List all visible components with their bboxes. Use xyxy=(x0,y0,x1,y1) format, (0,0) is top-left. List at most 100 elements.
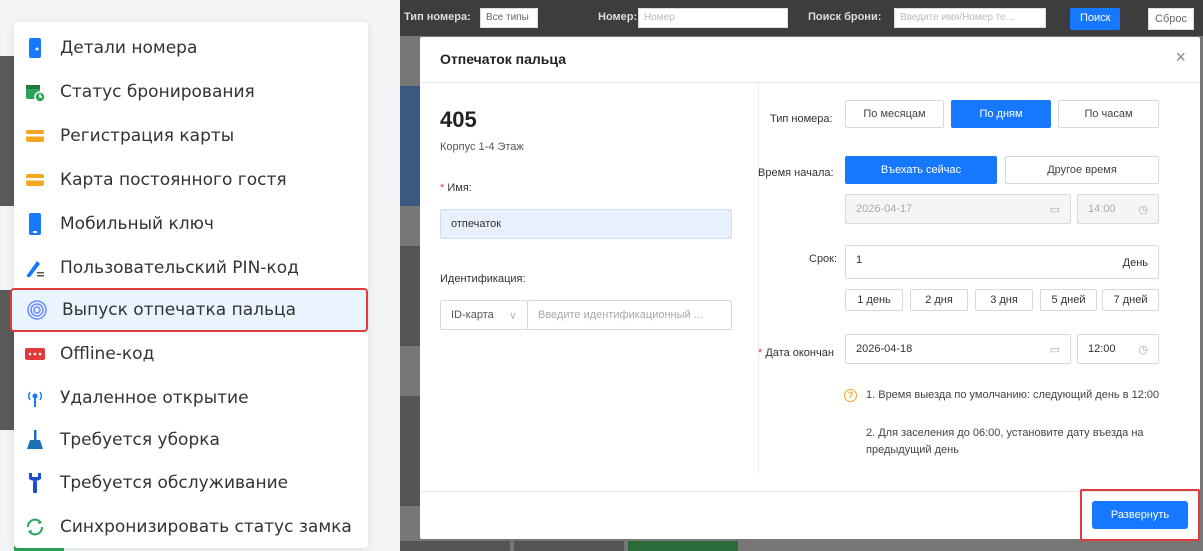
filter-room-no-input[interactable]: Номер xyxy=(638,8,788,28)
menu-item-room-details[interactable]: Детали номера xyxy=(10,26,368,70)
term-label: Срок: xyxy=(809,253,838,265)
menu-item-label: Требуется уборка xyxy=(60,430,220,450)
term-chip-3-days[interactable]: 3 дня xyxy=(975,289,1033,311)
modal-header: Отпечаток пальца × xyxy=(420,37,1200,83)
menu-item-booking-status[interactable]: Статус бронирования xyxy=(10,70,368,114)
room-tile-background xyxy=(400,246,420,346)
note-default-checkout: 1. Время выезда по умолчанию: следующий … xyxy=(866,389,1160,401)
room-tile-background xyxy=(400,86,420,206)
pin-code-icon xyxy=(24,257,46,279)
menu-item-mobile-key[interactable]: Мобильный ключ xyxy=(10,202,368,246)
room-tile-background xyxy=(400,396,420,506)
room-type-label: Тип номера: xyxy=(770,113,833,125)
menu-item-label: Offline-код xyxy=(60,344,155,364)
calendar-icon: ▭ xyxy=(1049,204,1060,216)
term-chip-2-days[interactable]: 2 дня xyxy=(910,289,968,311)
menu-item-remote-open[interactable]: Удаленное открытие xyxy=(10,376,368,420)
room-type-monthly[interactable]: По месяцам xyxy=(845,100,944,128)
menu-item-label: Синхронизировать статус замка xyxy=(60,517,352,537)
search-button[interactable]: Поиск xyxy=(1070,8,1121,30)
booking-status-icon xyxy=(24,81,46,103)
menu-item-label: Выпуск отпечатка пальца xyxy=(62,300,297,320)
remote-open-icon xyxy=(24,387,46,409)
filter-booking-search-input[interactable]: Введите имя/Номер те... xyxy=(894,8,1046,28)
end-hour-value: 12:00 xyxy=(1088,343,1116,355)
sync-icon xyxy=(24,516,46,538)
name-input[interactable]: отпечаток xyxy=(440,209,732,239)
term-value: 1 xyxy=(856,254,863,266)
room-type-hourly[interactable]: По часам xyxy=(1058,100,1159,128)
start-hour-value: 14:00 xyxy=(1088,203,1116,215)
end-date-label: * Дата окончан xyxy=(758,347,844,359)
term-chip-1-day[interactable]: 1 день xyxy=(845,289,903,311)
menu-item-label: Требуется обслуживание xyxy=(60,473,289,493)
reset-button[interactable]: Сброс xyxy=(1148,8,1194,30)
fingerprint-icon xyxy=(26,299,48,321)
end-date-value: 2026-04-18 xyxy=(856,343,913,355)
name-field-label: * Имя: xyxy=(440,182,472,194)
term-unit: День xyxy=(1122,257,1148,269)
cleaning-icon xyxy=(24,429,46,451)
filter-room-type-label: Тип номера: xyxy=(404,11,471,23)
id-number-placeholder: Введите идентификационный ... xyxy=(538,309,703,321)
name-label-text: Имя: xyxy=(447,182,472,194)
modal-title: Отпечаток пальца xyxy=(440,51,566,67)
offline-code-icon xyxy=(24,343,46,365)
menu-item-sync-lock-status[interactable]: Синхронизировать статус замка xyxy=(10,505,368,549)
end-date-input[interactable]: 2026-04-18 ▭ xyxy=(845,334,1071,364)
term-chip-5-days[interactable]: 5 дней xyxy=(1040,289,1097,311)
room-info-icon xyxy=(24,37,46,59)
menu-item-label: Мобильный ключ xyxy=(60,214,214,234)
menu-item-maintenance-required[interactable]: Требуется обслуживание xyxy=(10,461,368,505)
menu-item-cleaning-required[interactable]: Требуется уборка xyxy=(10,418,368,462)
menu-item-pin-code[interactable]: Пользовательский PIN-код xyxy=(10,246,368,290)
room-tile-background xyxy=(628,541,738,551)
menu-item-offline-code[interactable]: Offline-код xyxy=(10,332,368,376)
id-field-label: Идентификация: xyxy=(440,273,526,285)
menu-item-label: Пользовательский PIN-код xyxy=(60,258,299,278)
end-date-label-text: Дата окончан xyxy=(765,347,834,359)
warning-icon: ? xyxy=(844,389,857,402)
menu-item-label: Регистрация карты xyxy=(60,126,235,146)
menu-item-fingerprint-issue[interactable]: Выпуск отпечатка пальца xyxy=(10,288,368,332)
start-time-label: Время начала: xyxy=(758,167,834,179)
term-input[interactable]: 1 День xyxy=(845,245,1159,279)
chevron-down-icon: ∨ xyxy=(508,310,517,322)
card-register-icon xyxy=(24,125,46,147)
start-date-input: 2026-04-17 ▭ xyxy=(845,194,1071,224)
id-type-select[interactable]: ID-карта ∨ xyxy=(440,300,528,330)
room-tile-background xyxy=(400,541,510,551)
close-icon[interactable]: × xyxy=(1175,47,1186,68)
column-divider xyxy=(758,83,759,473)
start-time-now[interactable]: Въехать сейчас xyxy=(845,156,997,184)
menu-item-label: Карта постоянного гостя xyxy=(60,170,287,190)
regular-guest-card-icon xyxy=(24,169,46,191)
room-tile-background xyxy=(514,541,624,551)
clock-icon: ◷ xyxy=(1138,204,1148,216)
start-time-other[interactable]: Другое время xyxy=(1005,156,1159,184)
menu-item-card-registration[interactable]: Регистрация карты xyxy=(10,114,368,158)
room-location: Корпус 1-4 Этаж xyxy=(440,141,524,153)
room-number: 405 xyxy=(440,107,477,132)
room-type-daily[interactable]: По дням xyxy=(951,100,1051,128)
calendar-icon: ▭ xyxy=(1049,344,1060,356)
fingerprint-modal: Отпечаток пальца × 405 Корпус 1-4 Этаж *… xyxy=(420,37,1200,539)
menu-item-regular-guest-card[interactable]: Карта постоянного гостя xyxy=(10,158,368,202)
expand-button[interactable]: Развернуть xyxy=(1092,501,1188,529)
filter-room-type-select[interactable]: Все типы xyxy=(480,8,538,28)
menu-item-label: Удаленное открытие xyxy=(60,388,249,408)
maintenance-icon xyxy=(24,472,46,494)
filter-room-no-label: Номер: xyxy=(598,11,638,23)
start-hour-input: 14:00 ◷ xyxy=(1077,194,1159,224)
id-type-value: ID-карта xyxy=(451,309,494,321)
mobile-key-icon xyxy=(24,213,46,235)
menu-item-label: Статус бронирования xyxy=(60,82,255,102)
end-hour-input[interactable]: 12:00 ◷ xyxy=(1077,334,1159,364)
term-chip-7-days[interactable]: 7 дней xyxy=(1102,289,1159,311)
id-number-input[interactable]: Введите идентификационный ... xyxy=(527,300,732,330)
filter-booking-search-label: Поиск брони: xyxy=(808,11,882,23)
menu-item-label: Детали номера xyxy=(60,38,198,58)
note-early-checkin: 2. Для заселения до 06:00, установите да… xyxy=(866,427,1144,456)
start-date-value: 2026-04-17 xyxy=(856,203,913,215)
clock-icon: ◷ xyxy=(1138,344,1148,356)
